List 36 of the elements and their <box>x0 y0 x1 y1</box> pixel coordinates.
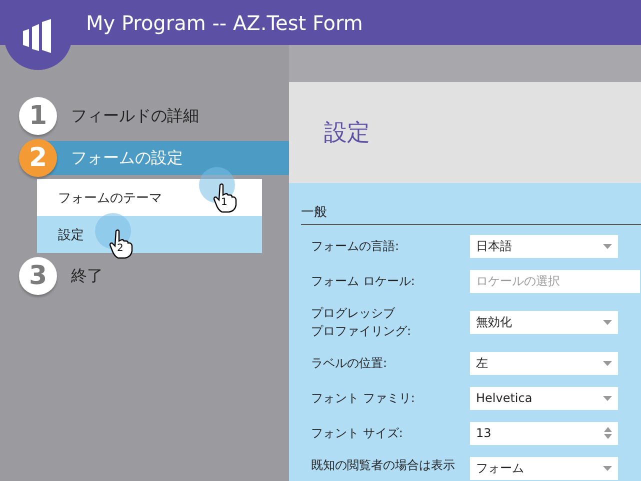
step-label: フォームの設定 <box>71 148 183 168</box>
click-order-number: 1 <box>221 198 228 208</box>
step-label: フィールドの詳細 <box>71 106 199 126</box>
dropdown-caret-icon <box>603 360 612 366</box>
dropdown-field[interactable]: Helvetica <box>470 386 618 410</box>
dropdown-caret-icon <box>603 320 612 324</box>
step-number: 2 <box>19 139 57 177</box>
field-label: ラベルの位置: <box>311 355 388 372</box>
locale-input[interactable]: ロケールの選択 <box>476 274 634 288</box>
field-label: 既知の閲覧者の場合は表示 <box>311 457 456 474</box>
step-number: 1 <box>19 97 57 135</box>
dropdown-field[interactable]: 無効化 <box>470 310 618 334</box>
window-title: My Program -- AZ.Test Form <box>86 10 363 34</box>
dropdown-field[interactable]: フォーム <box>470 456 618 480</box>
page-title: 設定 <box>324 119 370 148</box>
wizard-step[interactable]: 3 終了 <box>19 257 289 295</box>
section-heading: 一般 <box>301 203 641 225</box>
dropdown-caret-icon <box>603 244 612 248</box>
field-label: プログレッシブ プロファイリング: <box>311 305 412 340</box>
field-label: フォント サイズ: <box>311 425 404 442</box>
locale-field[interactable]: ロケールの選択 <box>470 270 640 292</box>
field-label: フォームの言語: <box>311 238 400 255</box>
dropdown-caret-icon <box>603 466 612 470</box>
hand-cursor-icon <box>213 183 237 213</box>
number-field[interactable]: 13 <box>470 422 618 444</box>
dropdown-field[interactable]: 日本語 <box>470 234 618 258</box>
click-order-number: 2 <box>117 244 124 254</box>
field-label: フォーム ロケール: <box>311 273 416 290</box>
hand-cursor-icon <box>109 229 133 259</box>
step-label: 終了 <box>71 266 103 286</box>
wizard-step[interactable]: 1 フィールドの詳細 <box>19 97 289 135</box>
dropdown-caret-icon <box>603 396 612 400</box>
spinner-arrows-icon <box>604 427 612 439</box>
step-number: 3 <box>19 257 57 295</box>
dropdown-field[interactable]: 左 <box>470 352 618 374</box>
field-label: フォント ファミリ: <box>311 390 416 407</box>
